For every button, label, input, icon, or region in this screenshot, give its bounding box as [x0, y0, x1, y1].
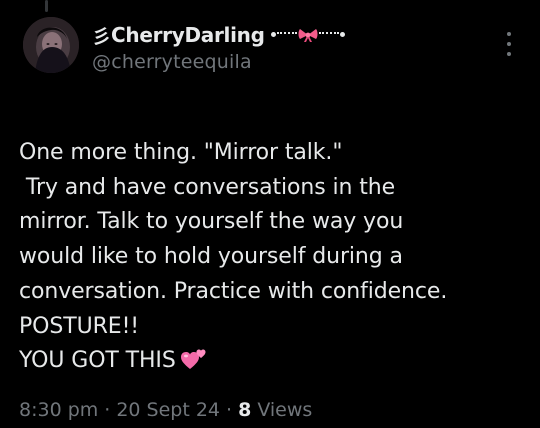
two-hearts-icon [180, 347, 208, 383]
name-decoration [270, 25, 345, 45]
meta-separator: · [226, 399, 233, 421]
thread-connector-line [45, 0, 48, 12]
author-handle[interactable]: @cherryteequila [92, 51, 345, 73]
profile-photo [23, 17, 79, 73]
tweet-last-line: YOU GOT THIS [19, 344, 529, 383]
more-vertical-icon[interactable] [503, 32, 515, 56]
deco-dots [276, 32, 297, 34]
more-dot [507, 42, 511, 46]
deco-dots [318, 32, 339, 34]
tweet-text: One more thing. "Mirror talk." Try and h… [19, 136, 529, 383]
views-label[interactable]: Views [257, 399, 312, 421]
more-dot [507, 52, 511, 56]
name-prefix-symbol: 彡 [92, 25, 111, 48]
tweet-line: mirror. Talk to yourself the way you [19, 209, 404, 235]
meta-separator: · [104, 399, 111, 421]
tweet-date[interactable]: 20 Sept 24 [116, 399, 220, 421]
author-display-name[interactable]: CherryDarling [111, 23, 265, 47]
tweet-line: One more thing. "Mirror talk." [19, 140, 343, 165]
tweet-line: conversation. Practice with confidence. [19, 278, 448, 304]
views-count: 8 [238, 399, 252, 421]
pink-bow-icon [298, 29, 318, 42]
deco-bead [339, 31, 345, 37]
tweet-line: POSTURE!! [19, 313, 140, 339]
author-name-row: 彡 CherryDarling [92, 20, 345, 50]
tweet-author: 彡 CherryDarling @cherryteequila [92, 20, 345, 73]
avatar[interactable] [23, 17, 79, 73]
tweet-meta: 8:30 pm · 20 Sept 24 · 8 Views [19, 399, 312, 421]
tweet-line: would like to hold yourself during a [19, 244, 403, 270]
more-dot [507, 32, 511, 36]
deco-bead [270, 31, 276, 37]
tweet-line: YOU GOT THIS [19, 348, 176, 374]
tweet-line: Try and have conversations in the [19, 174, 396, 200]
tweet-time[interactable]: 8:30 pm [19, 399, 98, 421]
